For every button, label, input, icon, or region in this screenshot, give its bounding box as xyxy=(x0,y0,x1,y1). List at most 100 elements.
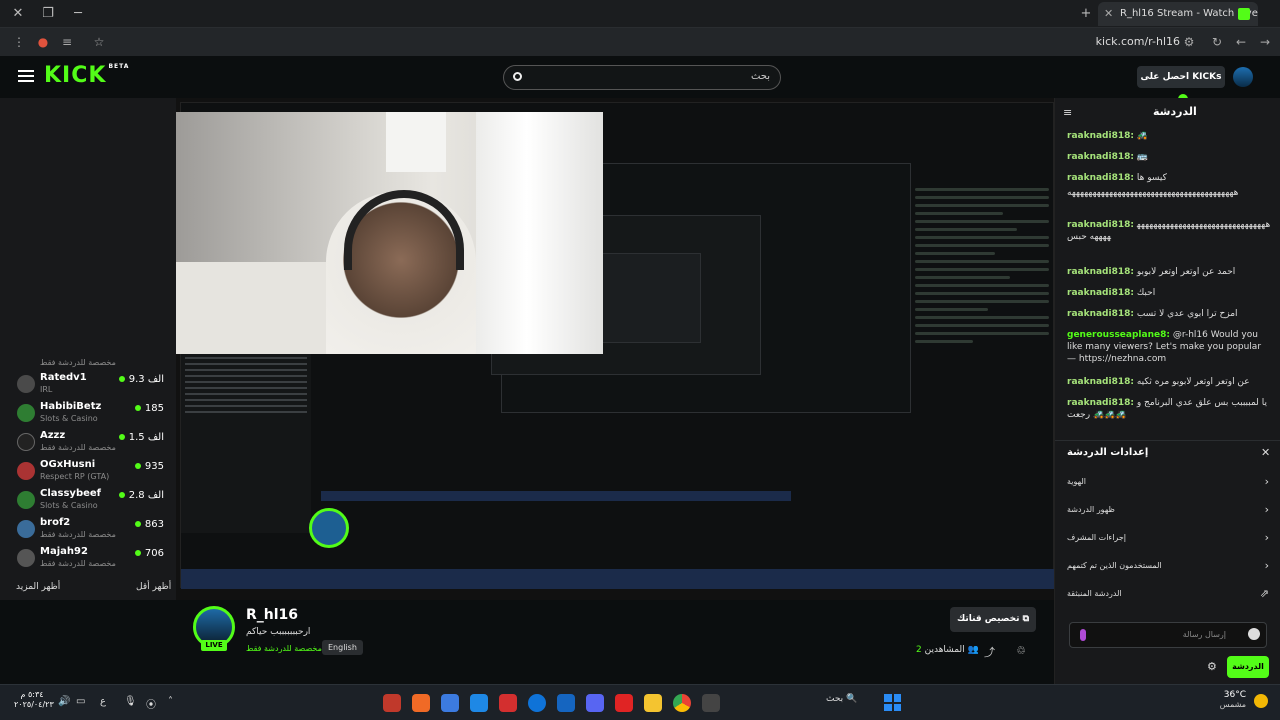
share-icon[interactable]: ⤴ xyxy=(984,644,995,660)
sidebar-channel-majah92[interactable]: Majah92 مخصصة للدردشة فقط 706 xyxy=(0,546,176,575)
sidebar-channel-habibibetz[interactable]: HabibiBetz Slots & Casino 185 xyxy=(0,401,176,430)
channel-category: مخصصة للدردشة فقط xyxy=(40,530,116,539)
channel-viewers: 9.3 الف xyxy=(118,374,164,385)
mic-tray-icon[interactable]: 🎙 xyxy=(124,696,137,707)
reload-icon[interactable]: ↻ xyxy=(1208,33,1226,51)
clock[interactable]: ٥:٣٤ م ٢٠٢٥/٠٤/٢٣ xyxy=(14,690,54,710)
site-settings-icon[interactable]: ⚙ xyxy=(1180,33,1198,51)
new-tab-icon[interactable]: + xyxy=(1074,4,1098,24)
windows-start-icon[interactable] xyxy=(884,694,901,711)
search-input[interactable]: بحث xyxy=(503,65,781,90)
chevron-up-icon[interactable]: ˄ xyxy=(168,696,173,707)
chat-message: raaknadi818: عن اوتعر اوتعر لابوبو مره ث… xyxy=(1067,377,1250,387)
user-avatar[interactable] xyxy=(1233,67,1253,87)
url-field[interactable]: kick.com/r-hl16 xyxy=(1060,35,1180,48)
menu-dots-icon[interactable]: ⋮ xyxy=(10,33,28,51)
language-tag[interactable]: English xyxy=(322,640,363,655)
hamburger-menu-icon[interactable] xyxy=(18,70,34,82)
chevron-right-icon: › xyxy=(1264,475,1269,488)
send-chat-button[interactable]: الدردشة xyxy=(1227,656,1269,678)
settings-identity[interactable]: الهوية › xyxy=(1067,473,1271,493)
channel-viewers: 1.5 الف xyxy=(118,432,164,443)
emoji-icon[interactable] xyxy=(1248,628,1260,640)
maximize-window-icon[interactable]: ❐ xyxy=(36,4,60,24)
settings-popout-chat[interactable]: الدردشة المنبثقة ⇗ xyxy=(1067,585,1271,605)
stream-category[interactable]: مخصصة للدردشة فقط xyxy=(246,644,322,653)
chat-message: raaknadi818: ههههههههههههههههههههههههههه… xyxy=(1067,220,1271,242)
customize-channel-button[interactable]: تخصيص قناتك ⧉ xyxy=(950,607,1036,632)
close-tab-icon[interactable]: ✕ xyxy=(1104,2,1113,26)
stream-video-player[interactable] xyxy=(176,98,1054,600)
viewer-count: المشاهدين 2 👥 xyxy=(916,645,979,655)
app-icon-4[interactable] xyxy=(470,694,488,712)
close-settings-icon[interactable]: ✕ xyxy=(1261,446,1270,459)
channel-name: Majah92 xyxy=(40,546,88,557)
popout-icon: ⇗ xyxy=(1259,587,1269,600)
channel-viewers: 185 xyxy=(134,403,164,414)
webcam-window xyxy=(386,112,446,172)
channel-category: IRL xyxy=(40,385,53,394)
bookmark-star-icon[interactable]: ☆ xyxy=(90,33,108,51)
channel-name: brof2 xyxy=(40,517,71,528)
volume-icon[interactable]: 🔊 xyxy=(58,696,70,707)
app-icon-3[interactable] xyxy=(441,694,459,712)
show-less-link[interactable]: أظهر أقل xyxy=(136,582,171,592)
sidebar-channel-ogxhusni[interactable]: OGxHusni Respect RP (GTA) 935 xyxy=(0,459,176,488)
chat-message: raaknadi818: كيسو ها xyxy=(1067,173,1167,183)
chat-gear-icon[interactable]: ⚙ xyxy=(1207,660,1217,673)
sidebar-channel-azzz[interactable]: Azzz مخصصة للدردشة فقط 1.5 الف xyxy=(0,430,176,459)
tab-kick-stream[interactable]: ✕ R_hl16 Stream - Watch Live on xyxy=(1098,2,1258,26)
collapse-chat-icon[interactable]: ≡ xyxy=(1063,106,1072,119)
forward-icon[interactable]: ← xyxy=(1232,33,1250,51)
app-icon-12[interactable] xyxy=(702,694,720,712)
sidebar-channel-brof2[interactable]: brof2 مخصصة للدردشة فقط 863 xyxy=(0,517,176,546)
sidebar-channel-ratedv1[interactable]: Ratedv1 IRL 9.3 الف xyxy=(0,372,176,401)
chevron-right-icon: › xyxy=(1264,531,1269,544)
close-window-icon[interactable]: ✕ xyxy=(6,4,30,24)
windows-taskbar: ٥:٣٤ م ٢٠٢٥/٠٤/٢٣ 🔊 ▭ ع 🎙 ⦿ ˄ بحث 🔍 36°C م… xyxy=(0,684,1280,720)
extension-icon[interactable]: ● xyxy=(34,33,52,51)
monitor-icon[interactable]: ▭ xyxy=(76,696,85,707)
app-icon-1[interactable] xyxy=(383,694,401,712)
stream-info-bar: LIVE R_hl16 ارحبببببببب حياكم مخصصة للدر… xyxy=(176,600,1054,684)
app-icon-5[interactable] xyxy=(499,694,517,712)
channel-name: Azzz xyxy=(40,430,66,441)
follow-icon[interactable]: ♲ xyxy=(1016,644,1026,657)
taskbar-search[interactable]: بحث 🔍 xyxy=(826,694,857,704)
channel-category: Respect RP (GTA) xyxy=(40,472,110,481)
sidebar-channel-classybeef[interactable]: Classybeef Slots & Casino 2.8 الف xyxy=(0,488,176,517)
webcam-wardrobe xyxy=(476,112,603,354)
get-kicks-button[interactable]: احصل على KICKs xyxy=(1137,66,1225,104)
reading-list-icon[interactable]: ≡ xyxy=(58,33,76,51)
chevron-right-icon: › xyxy=(1264,503,1269,516)
settings-item-label: المستخدمون الذين تم كتمهم xyxy=(1067,561,1162,570)
chrome-icon[interactable] xyxy=(673,694,691,712)
edge-icon[interactable] xyxy=(528,694,546,712)
chat-message-input[interactable]: إرسال رسالة xyxy=(1069,622,1267,648)
channel-avatar xyxy=(17,549,35,567)
settings-mod-actions[interactable]: إجراءات المشرف › xyxy=(1067,529,1271,549)
minimize-window-icon[interactable]: ─ xyxy=(66,4,90,24)
folder-icon[interactable] xyxy=(644,694,662,712)
channel-avatar xyxy=(17,491,35,509)
settings-chat-appearance[interactable]: ظهور الدردشة › xyxy=(1067,501,1271,521)
settings-muted-users[interactable]: المستخدمون الذين تم كتمهم › xyxy=(1067,557,1271,577)
channel-viewers: 2.8 الف xyxy=(118,490,164,501)
channel-category: Slots & Casino xyxy=(40,501,98,510)
youtube-icon[interactable] xyxy=(615,694,633,712)
weather-widget[interactable]: 36°C مشمس xyxy=(1202,690,1246,709)
streamer-name[interactable]: R_hl16 xyxy=(246,607,298,623)
app-icon-2[interactable] xyxy=(412,694,430,712)
kick-logo[interactable]: KICK BETA xyxy=(44,63,129,88)
language-indicator[interactable]: ع xyxy=(100,696,106,707)
show-more-link[interactable]: أظهر المزيد xyxy=(16,582,60,592)
channel-avatar xyxy=(17,404,35,422)
outlook-icon[interactable] xyxy=(557,694,575,712)
chat-message: raaknadi818: احبك xyxy=(1067,288,1156,298)
network-icon[interactable]: ⦿ xyxy=(146,696,156,711)
chat-settings-title: إعدادات الدردشة xyxy=(1067,447,1149,458)
mic-icon[interactable] xyxy=(1080,629,1086,641)
discord-icon[interactable] xyxy=(586,694,604,712)
back-icon[interactable]: → xyxy=(1256,33,1274,51)
logo-text: KICK xyxy=(44,63,107,88)
